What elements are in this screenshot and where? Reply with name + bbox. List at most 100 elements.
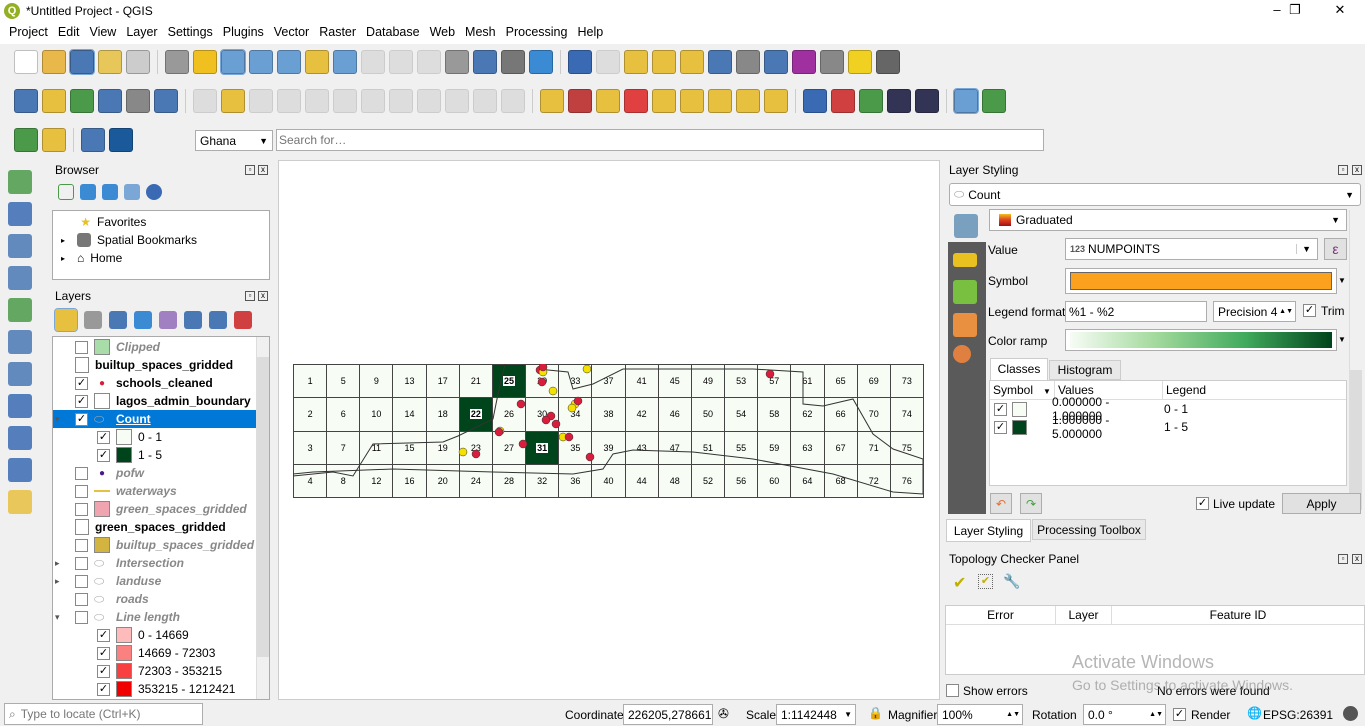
- profile-icon[interactable]: [81, 128, 105, 152]
- add-gpkg-icon[interactable]: [8, 490, 32, 514]
- symbology-tab-icon[interactable]: [954, 214, 978, 238]
- browser-item-favorites[interactable]: ★ Favorites: [61, 213, 146, 231]
- layer-visibility-checkbox[interactable]: ✓: [97, 664, 110, 678]
- refresh-plugin-icon[interactable]: [982, 89, 1006, 113]
- class-checkbox[interactable]: ✓: [994, 402, 1007, 416]
- field-calculator-icon[interactable]: [736, 50, 760, 74]
- cut-icon[interactable]: [389, 89, 413, 113]
- plugin-icon[interactable]: [831, 89, 855, 113]
- zoom-full-icon[interactable]: [277, 50, 301, 74]
- menu-project[interactable]: Project: [4, 22, 53, 44]
- new-geopackage-icon[interactable]: [42, 89, 66, 113]
- layer-visibility-checkbox[interactable]: ✓: [97, 682, 110, 696]
- menu-database[interactable]: Database: [361, 22, 425, 44]
- add-postgis-icon[interactable]: [8, 362, 32, 386]
- styling-scrollbar[interactable]: [1349, 210, 1362, 512]
- deselect-icon[interactable]: [680, 50, 704, 74]
- layer-visibility-checkbox[interactable]: [75, 340, 88, 354]
- float-icon[interactable]: ▫: [1338, 554, 1348, 564]
- vertex-tool-icon[interactable]: [305, 89, 329, 113]
- crs-globe-icon[interactable]: 🌐: [1247, 706, 1262, 720]
- layer-visibility-checkbox[interactable]: [75, 556, 88, 570]
- statistics-icon[interactable]: [792, 50, 816, 74]
- add-wcs-icon[interactable]: [8, 458, 32, 482]
- toolbox-icon[interactable]: [764, 50, 788, 74]
- add-icon[interactable]: [58, 184, 74, 200]
- identify-icon[interactable]: [568, 50, 592, 74]
- layer-visibility-checkbox[interactable]: [75, 538, 88, 552]
- menu-processing[interactable]: Processing: [501, 22, 573, 44]
- diagram-icon[interactable]: [568, 89, 592, 113]
- tab-layer-styling[interactable]: Layer Styling: [946, 519, 1031, 542]
- live-update-checkbox[interactable]: ✓: [1196, 497, 1209, 510]
- undo-button[interactable]: ↶: [990, 493, 1012, 514]
- expression-button[interactable]: ε: [1324, 238, 1347, 260]
- layer-item[interactable]: ⬭ roads: [53, 590, 257, 608]
- layer-item[interactable]: ✓ ● schools_cleaned: [53, 374, 257, 392]
- pan-icon[interactable]: [165, 50, 189, 74]
- layer-visibility-checkbox[interactable]: [75, 610, 88, 624]
- renderer-select[interactable]: Graduated ▼: [989, 209, 1347, 231]
- layer-item[interactable]: ✓ 0 - 14669: [53, 626, 257, 644]
- label-show-icon[interactable]: [680, 89, 704, 113]
- float-icon[interactable]: ▫: [1338, 165, 1348, 175]
- validate-extent-icon[interactable]: ✔: [978, 574, 993, 589]
- visibility-icon[interactable]: [109, 311, 127, 329]
- filter-icon[interactable]: [134, 311, 152, 329]
- new-map-view-icon[interactable]: [445, 50, 469, 74]
- search-input[interactable]: [276, 129, 1044, 151]
- menu-settings[interactable]: Settings: [163, 22, 218, 44]
- validate-all-icon[interactable]: ✔: [953, 573, 966, 593]
- layer-item[interactable]: ✓ 0 - 1: [53, 428, 257, 446]
- close-button[interactable]: ✕: [1325, 2, 1355, 20]
- refresh-icon[interactable]: [80, 184, 96, 200]
- layer-select[interactable]: ⬭ Count ▼: [949, 183, 1361, 206]
- modify-attributes-icon[interactable]: [333, 89, 357, 113]
- layer-item[interactable]: ● pofw: [53, 464, 257, 482]
- redo-icon[interactable]: [501, 89, 525, 113]
- label-move-icon[interactable]: [652, 89, 676, 113]
- remove-layer-icon[interactable]: [234, 311, 252, 329]
- show-errors-checkbox[interactable]: [946, 684, 959, 697]
- layer-visibility-checkbox[interactable]: [75, 484, 88, 498]
- tab-classes[interactable]: Classes: [990, 358, 1048, 380]
- text-annotation-icon[interactable]: [876, 50, 900, 74]
- stat-plugin-icon[interactable]: [42, 128, 66, 152]
- paste-icon[interactable]: [445, 89, 469, 113]
- magnifier-spinbox[interactable]: 100% ▲▼: [937, 704, 1023, 725]
- locator-search-icon[interactable]: [14, 128, 38, 152]
- digitize-icon[interactable]: [70, 89, 94, 113]
- menu-vector[interactable]: Vector: [269, 22, 314, 44]
- menu-layer[interactable]: Layer: [121, 22, 162, 44]
- add-delimited-text-icon[interactable]: [8, 266, 32, 290]
- value-field-select[interactable]: 123 NUMPOINTS ▼: [1065, 238, 1318, 260]
- layer-item[interactable]: green_spaces_gridded: [53, 500, 257, 518]
- new-print-layout-icon[interactable]: [98, 50, 122, 74]
- layer-item[interactable]: ✓ 353215 - 1212421: [53, 680, 257, 698]
- python-icon[interactable]: [803, 89, 827, 113]
- layer-visibility-checkbox[interactable]: ✓: [97, 628, 110, 642]
- 3d-view-tab-icon[interactable]: [953, 280, 977, 304]
- menu-view[interactable]: View: [84, 22, 121, 44]
- layer-item[interactable]: Clipped: [53, 338, 257, 356]
- temporal-icon[interactable]: [154, 89, 178, 113]
- layer-visibility-checkbox[interactable]: ✓: [97, 448, 110, 462]
- add-wfs-icon[interactable]: [8, 426, 32, 450]
- column-feature-id[interactable]: Feature ID: [1112, 606, 1364, 624]
- expression-filter-icon[interactable]: [159, 311, 177, 329]
- expand-toggle[interactable]: ▾: [53, 612, 63, 623]
- add-vector-layer-icon[interactable]: [8, 170, 32, 194]
- browser-item-home[interactable]: ▸ ⌂ Home: [61, 249, 122, 267]
- layer-visibility-checkbox[interactable]: ✓: [97, 646, 110, 660]
- layer-item[interactable]: ▸ ⬭ Intersection: [53, 554, 257, 572]
- layer-item[interactable]: ▸ ⬭ landuse: [53, 572, 257, 590]
- locate-input[interactable]: ⌕ Type to locate (Ctrl+K): [4, 703, 203, 725]
- float-icon[interactable]: ▫: [245, 165, 255, 175]
- topology-checker-icon[interactable]: [953, 88, 979, 114]
- open-table-icon[interactable]: [708, 50, 732, 74]
- menu-raster[interactable]: Raster: [314, 22, 361, 44]
- label-pin-icon[interactable]: [596, 89, 620, 113]
- annotation-icon[interactable]: [848, 50, 872, 74]
- label-props-icon[interactable]: [764, 89, 788, 113]
- menu-help[interactable]: Help: [572, 22, 608, 44]
